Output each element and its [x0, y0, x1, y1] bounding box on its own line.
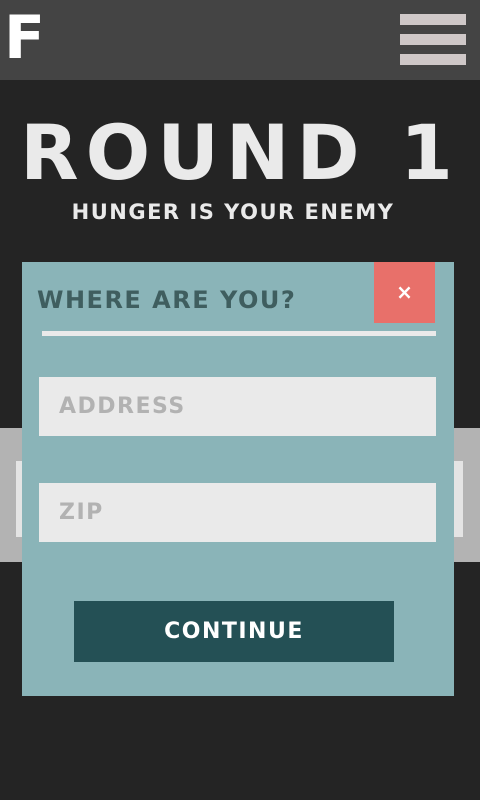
app-logo[interactable]: F	[4, 0, 45, 76]
continue-button[interactable]: CONTINUE	[74, 601, 394, 662]
modal-title: WHERE ARE YOU?	[37, 286, 297, 314]
menu-bar	[400, 54, 466, 65]
round-title: ROUND 1	[20, 108, 460, 197]
menu-bar	[400, 14, 466, 25]
menu-bar	[400, 34, 466, 45]
zip-input[interactable]	[39, 483, 436, 542]
top-bar: F	[0, 0, 480, 80]
address-input[interactable]	[39, 377, 436, 436]
close-button[interactable]: ×	[374, 262, 435, 323]
location-modal: WHERE ARE YOU? × CONTINUE	[22, 262, 454, 696]
close-icon: ×	[396, 280, 413, 304]
hamburger-menu-icon[interactable]	[400, 14, 466, 66]
title-divider	[42, 331, 436, 336]
round-subtitle: HUNGER IS YOUR ENEMY	[71, 200, 395, 224]
